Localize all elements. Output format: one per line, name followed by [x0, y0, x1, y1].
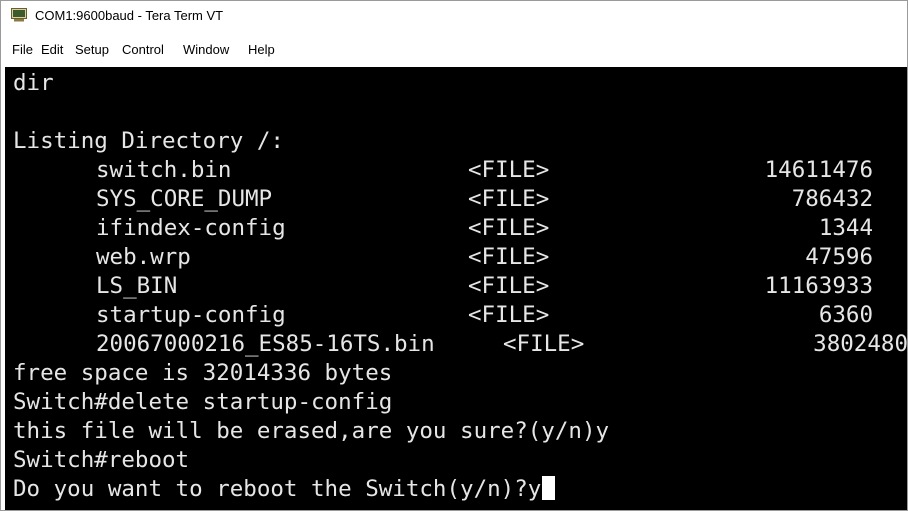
- terminal-line-dir: dir: [13, 70, 54, 96]
- file-type: <FILE>: [468, 244, 550, 270]
- file-size: 1344: [818, 215, 873, 241]
- file-row: SYS_CORE_DUMP <FILE> 786432: [13, 185, 903, 214]
- menu-bar: File Edit Setup Control Window Help: [1, 40, 907, 62]
- terminal-line-erase-confirm: this file will be erased,are you sure?(y…: [13, 418, 610, 444]
- terminal-cursor: [542, 476, 556, 500]
- file-type: <FILE>: [468, 157, 550, 183]
- file-name: switch.bin: [96, 157, 232, 183]
- file-size: 6360: [818, 302, 873, 328]
- file-row: web.wrp <FILE> 47596: [13, 243, 903, 272]
- terminal-line-delete-command: Switch#delete startup-config: [13, 389, 393, 415]
- file-size: 47596: [805, 244, 873, 270]
- file-name: LS_BIN: [96, 273, 178, 299]
- terminal-line-reboot-command: Switch#reboot: [13, 447, 190, 473]
- file-type: <FILE>: [468, 186, 550, 212]
- terminal-line-free-space: free space is 32014336 bytes: [13, 360, 393, 386]
- tera-term-icon: [11, 8, 27, 22]
- file-type: <FILE>: [468, 302, 550, 328]
- file-size: 11163933: [764, 273, 873, 299]
- menu-window[interactable]: Window: [183, 42, 229, 57]
- menu-control[interactable]: Control: [122, 42, 164, 57]
- file-size: 14611476: [764, 157, 873, 183]
- menu-edit[interactable]: Edit: [41, 42, 63, 57]
- file-row: switch.bin <FILE> 14611476: [13, 156, 903, 185]
- terminal-line-listing-header: Listing Directory /:: [13, 128, 284, 154]
- menu-file[interactable]: File: [12, 42, 33, 57]
- title-bar[interactable]: COM1:9600baud - Tera Term VT: [1, 1, 907, 29]
- file-type: <FILE>: [468, 273, 550, 299]
- file-name: ifindex-config: [96, 215, 286, 241]
- reboot-confirm-text: Do you want to reboot the Switch(y/n)?y: [13, 476, 542, 502]
- file-row: ifindex-config <FILE> 1344: [13, 214, 903, 243]
- file-name: web.wrp: [96, 244, 191, 270]
- file-row: 20067000216_ES85-16TS.bin <FILE> 3802480: [13, 330, 907, 359]
- file-type: <FILE>: [503, 331, 585, 357]
- window-title: COM1:9600baud - Tera Term VT: [35, 8, 224, 23]
- tera-term-window: COM1:9600baud - Tera Term VT File Edit S…: [0, 0, 908, 511]
- file-row: LS_BIN <FILE> 11163933: [13, 272, 903, 301]
- terminal-line-reboot-confirm: Do you want to reboot the Switch(y/n)?y: [13, 475, 903, 504]
- file-name: SYS_CORE_DUMP: [96, 186, 273, 212]
- menu-help[interactable]: Help: [248, 42, 275, 57]
- file-type: <FILE>: [468, 215, 550, 241]
- terminal-screen[interactable]: dir Listing Directory /: switch.bin <FIL…: [5, 67, 907, 510]
- file-name: startup-config: [96, 302, 286, 328]
- file-row: startup-config <FILE> 6360: [13, 301, 903, 330]
- menu-setup[interactable]: Setup: [75, 42, 109, 57]
- file-size: 786432: [791, 186, 873, 212]
- file-name: 20067000216_ES85-16TS.bin: [96, 331, 435, 357]
- file-size: 3802480: [813, 331, 907, 357]
